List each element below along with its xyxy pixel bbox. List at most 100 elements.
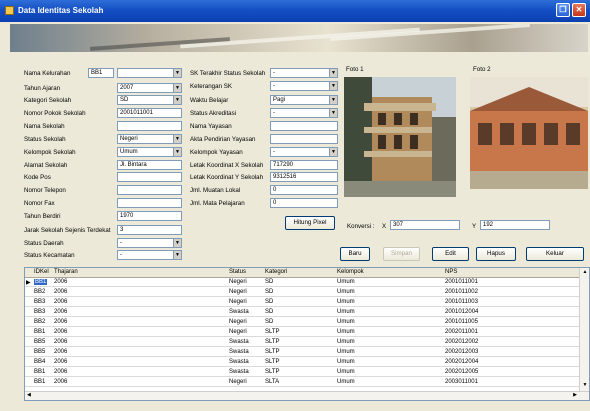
table-cell[interactable]: 2006 [54,339,67,345]
scroll-left-icon[interactable]: ◀ [27,392,31,398]
table-row[interactable]: BB4 2006 Swasta SLTP Umum 2002012004 [25,358,589,367]
table-cell[interactable]: Negeri [229,279,247,285]
table-cell[interactable]: 2006 [54,279,67,285]
kelurahan-code-input[interactable]: BB1 [88,68,114,78]
combo-left-6[interactable]: Umum ▼ [117,147,182,157]
table-cell[interactable]: SD [265,319,273,325]
col-header-idkel[interactable]: IDKel [34,269,49,275]
input-left-9[interactable] [117,185,182,195]
input-left-11[interactable]: 1970 [117,211,182,221]
combo-mid-1[interactable]: - ▼ [270,81,338,91]
table-cell[interactable]: Umum [337,379,355,385]
input-mid-9[interactable]: 0 [270,185,338,195]
table-cell[interactable]: BB1 [34,329,45,335]
table-cell[interactable]: SLTP [265,339,280,345]
table-cell[interactable]: SD [265,309,273,315]
combo-left-2[interactable]: SD ▼ [117,95,182,105]
dropdown-arrow-icon[interactable]: ▼ [329,148,337,156]
dropdown-arrow-icon[interactable]: ▼ [173,135,181,143]
table-cell[interactable]: BB2 [34,289,45,295]
input-mid-10[interactable]: 0 [270,198,338,208]
table-cell[interactable]: Negeri [229,379,247,385]
table-cell[interactable]: BB4 [34,359,45,365]
table-cell[interactable]: Umum [337,369,355,375]
input-left-8[interactable] [117,172,182,182]
table-row[interactable]: BB2 2006 Negeri SD Umum 2001011005 [25,318,589,327]
table-cell[interactable]: Umum [337,359,355,365]
table-cell[interactable]: 2006 [54,369,67,375]
table-cell[interactable]: BB5 [34,349,45,355]
table-cell[interactable]: Negeri [229,289,247,295]
table-cell[interactable]: Swasta [229,359,249,365]
table-row[interactable]: BB3 2006 Negeri SD Umum 2001011003 [25,298,589,307]
table-cell[interactable]: 2006 [54,309,67,315]
table-row[interactable]: BB5 2006 Swasta SLTP Umum 2002012002 [25,338,589,347]
combo-left-13[interactable]: - ▼ [117,238,182,248]
table-cell[interactable]: 2006 [54,289,67,295]
table-cell[interactable]: 2001011005 [445,319,478,325]
input-left-7[interactable]: Jl. Bintara [117,160,182,170]
combo-left-5[interactable]: Negeri ▼ [117,134,182,144]
scroll-right-icon[interactable]: ▶ [573,392,577,398]
table-cell[interactable]: Umum [337,329,355,335]
combo-left-1[interactable]: 2007 ▼ [117,83,182,93]
col-header-kategori[interactable]: Kategori [265,269,287,275]
table-cell[interactable]: Umum [337,319,355,325]
table-row[interactable]: ▶ BB1 2006 Negeri SD Umum 2001011001 [25,278,589,287]
table-cell[interactable]: SLTP [265,349,280,355]
table-cell[interactable]: 2001012004 [445,309,478,315]
table-cell[interactable]: SD [265,299,273,305]
table-cell[interactable]: 2001011003 [445,299,478,305]
input-mid-5[interactable] [270,134,338,144]
table-cell[interactable]: Negeri [229,329,247,335]
keluar-button[interactable]: Keluar [526,247,584,261]
combo-left-0[interactable]: ▼ [117,68,182,78]
dropdown-arrow-icon[interactable]: ▼ [173,148,181,156]
combo-mid-6[interactable]: - ▼ [270,147,338,157]
table-cell[interactable]: 2006 [54,349,67,355]
table-row[interactable]: BB2 2006 Negeri SD Umum 2001011002 [25,288,589,297]
table-cell[interactable]: 2002012003 [445,349,478,355]
table-cell[interactable]: 2006 [54,299,67,305]
table-cell[interactable]: BB5 [34,339,45,345]
table-cell[interactable]: Umum [337,279,355,285]
table-cell[interactable]: 2002011001 [445,329,478,335]
col-header-thajaran[interactable]: Thajaran [54,269,78,275]
table-row[interactable]: BB3 2006 Swasta SD Umum 2001012004 [25,308,589,317]
dropdown-arrow-icon[interactable]: ▼ [329,96,337,104]
input-left-3[interactable]: 2001011001 [117,108,182,118]
table-cell[interactable]: Umum [337,309,355,315]
konversi-x-input[interactable]: 307 [390,220,460,230]
table-row[interactable]: BB1 2006 Negeri SLTP Umum 2002011001 [25,328,589,337]
table-cell[interactable]: Negeri [229,319,247,325]
table-cell[interactable]: Umum [337,339,355,345]
table-cell[interactable]: Umum [337,299,355,305]
grid-vertical-scrollbar[interactable]: ▲ ▼ [579,268,589,400]
table-cell[interactable]: BB3 [34,299,45,305]
table-cell[interactable]: Swasta [229,309,249,315]
table-cell[interactable]: SLTP [265,359,280,365]
col-header-kelompok[interactable]: Kelompok [337,269,364,275]
combo-mid-2[interactable]: Pagi ▼ [270,95,338,105]
dropdown-arrow-icon[interactable]: ▼ [173,239,181,247]
dropdown-arrow-icon[interactable]: ▼ [173,96,181,104]
table-cell[interactable]: Swasta [229,369,249,375]
data-grid[interactable]: IDKel Thajaran Status Kategori Kelompok … [24,267,590,401]
table-row[interactable]: BB1 2006 Negeri SLTA Umum 2003011001 [25,378,589,387]
table-cell[interactable]: SD [265,279,273,285]
scroll-up-icon[interactable]: ▲ [581,269,589,277]
input-left-4[interactable] [117,121,182,131]
table-cell[interactable]: 2006 [54,319,67,325]
hapus-button[interactable]: Hapus [476,247,516,261]
table-cell[interactable]: Umum [337,349,355,355]
combo-left-14[interactable]: - ▼ [117,250,182,260]
col-header-status[interactable]: Status [229,269,246,275]
close-icon[interactable]: ✕ [572,3,586,17]
table-cell[interactable]: 2006 [54,329,67,335]
dropdown-arrow-icon[interactable]: ▼ [329,109,337,117]
table-cell[interactable]: 2003011001 [445,379,478,385]
input-left-10[interactable] [117,198,182,208]
table-cell[interactable]: 2006 [54,359,67,365]
table-row[interactable]: BB5 2006 Swasta SLTP Umum 2002012003 [25,348,589,357]
dropdown-arrow-icon[interactable]: ▼ [329,69,337,77]
